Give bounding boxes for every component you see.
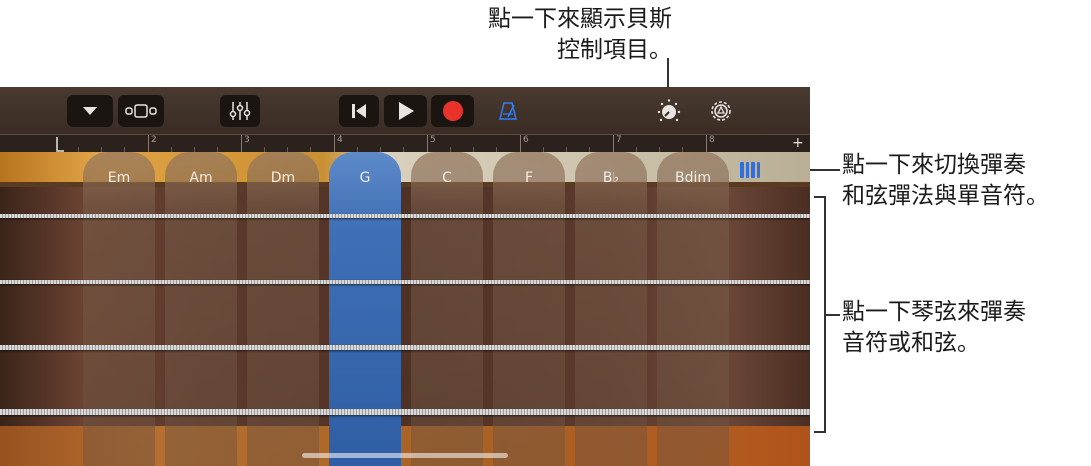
metronome-button[interactable] (490, 95, 526, 127)
metronome-icon (499, 102, 517, 120)
sliders-icon (229, 102, 251, 120)
bass-string-2[interactable] (0, 280, 810, 284)
chord-strip-7[interactable]: B♭ (575, 152, 647, 466)
bass-instrument-screen: + 2 3 4 5 6 7 8 Em Am Dm G C F B♭ Bdim (0, 87, 810, 466)
control-bar (0, 87, 810, 134)
record-button[interactable] (431, 95, 474, 127)
view-toggle-button[interactable] (118, 95, 164, 127)
ruler-bar-line (706, 135, 707, 153)
ruler-bar-line (148, 135, 149, 153)
go-to-beginning-button[interactable] (339, 95, 379, 127)
bass-string-1[interactable] (0, 214, 810, 218)
callout-strings: 點一下琴弦來彈奏 音符或和弦。 (842, 297, 1026, 359)
chord-label: Am (189, 170, 213, 186)
record-icon (442, 101, 463, 121)
bracket-line (814, 431, 826, 433)
chord-label: Bdim (674, 170, 712, 186)
chord-strip-4[interactable]: G (329, 152, 401, 466)
chord-strip-8[interactable]: Bdim (657, 152, 729, 466)
ruler-bar-number: 5 (430, 135, 436, 145)
chord-strip-1[interactable]: Em (83, 152, 155, 466)
leader-line (826, 314, 840, 316)
skip-back-icon (352, 104, 366, 118)
toggle-bar (756, 162, 760, 178)
view-icon (125, 104, 157, 118)
ruler-bar-number: 7 (616, 135, 622, 145)
ruler-add-button[interactable]: + (792, 135, 804, 151)
chord-label: B♭ (602, 170, 620, 186)
callout-line: 控制項目。 (557, 37, 672, 63)
ruler-bar-line (241, 135, 242, 153)
ruler-bar-line (613, 135, 614, 153)
callout-chord-note-toggle: 點一下來切換彈奏 和弦彈法與單音符。 (842, 150, 1049, 212)
controls-knob-button[interactable] (652, 95, 686, 127)
timeline-ruler[interactable]: + 2 3 4 5 6 7 8 (0, 134, 810, 153)
chord-label: G (359, 170, 371, 186)
knob-icon (657, 99, 681, 122)
chord-label: Dm (270, 170, 296, 186)
toggle-bar (745, 162, 749, 178)
bass-string-4[interactable] (0, 409, 810, 415)
ruler-bar-number: 8 (709, 135, 715, 145)
ruler-bar-number: 2 (151, 135, 157, 145)
bass-string-3[interactable] (0, 345, 810, 350)
settings-button[interactable] (704, 95, 738, 127)
play-icon (398, 102, 414, 120)
chord-strip-5[interactable]: C (411, 152, 483, 466)
chord-strip-3[interactable]: Dm (247, 152, 319, 466)
callout-line: 和弦彈法與單音符。 (842, 183, 1049, 209)
play-button[interactable] (384, 95, 427, 127)
ruler-bar-line (520, 135, 521, 153)
gear-icon (711, 101, 731, 121)
ruler-bar-number: 6 (523, 135, 529, 145)
callout-line: 點一下來顯示貝斯 (488, 6, 672, 32)
toggle-bar (740, 162, 744, 178)
chord-note-toggle-button[interactable] (737, 160, 763, 180)
bracket-line (814, 196, 826, 198)
ruler-bar-line (334, 135, 335, 153)
triangle-down-icon (83, 107, 97, 115)
ruler-bar-number: 4 (337, 135, 343, 145)
callout-bass-controls: 點一下來顯示貝斯 控制項目。 (428, 4, 672, 66)
home-indicator (302, 453, 508, 458)
chord-strip-2[interactable]: Am (165, 152, 237, 466)
ruler-bar-number: 3 (244, 135, 250, 145)
chord-label: Em (107, 170, 131, 186)
playhead-marker-icon (56, 137, 64, 152)
chord-label: F (524, 170, 534, 186)
mixer-button[interactable] (220, 95, 260, 127)
callout-line: 音符或和弦。 (842, 330, 980, 356)
callout-line: 點一下琴弦來彈奏 (842, 299, 1026, 325)
callout-line: 點一下來切換彈奏 (842, 152, 1026, 178)
chord-strip-6[interactable]: F (493, 152, 565, 466)
toggle-bar (751, 162, 755, 178)
browser-menu-button[interactable] (67, 95, 113, 127)
ruler-bar-line (427, 135, 428, 153)
chord-label: C (442, 170, 452, 186)
